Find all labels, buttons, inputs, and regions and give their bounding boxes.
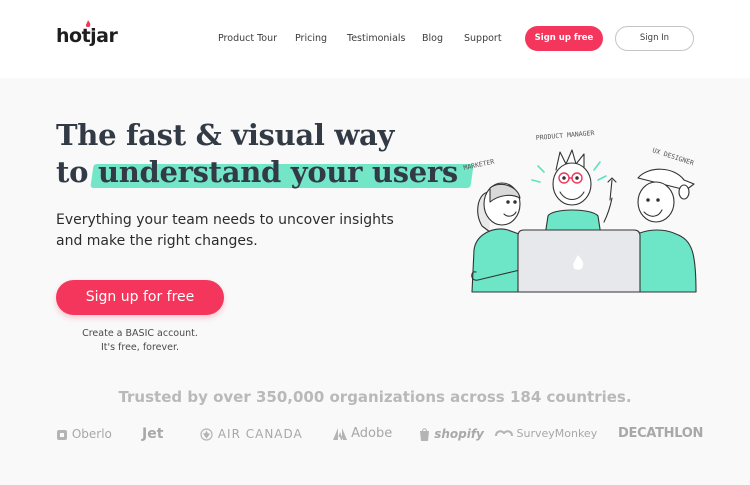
decathlon-logo: DECATHLON — [618, 426, 704, 441]
headline-highlight-text: understand your users — [97, 155, 458, 189]
flame-icon — [85, 20, 91, 28]
hero-headline-line2: to understand your users — [56, 154, 474, 191]
headline-to: to — [56, 155, 89, 189]
air-canada-label: AIR CANADA — [217, 427, 303, 441]
oberlo-logo: Oberlo — [56, 424, 112, 444]
surveymonkey-logo: SurveyMonkey — [495, 424, 597, 444]
jet-logo: Jet — [142, 426, 164, 442]
nav-pricing[interactable]: Pricing — [295, 33, 327, 44]
headline-highlight: understand your users — [90, 154, 474, 191]
site-header: hotjar Product Tour Pricing Testimonials… — [0, 0, 750, 78]
shopping-bag-icon — [420, 428, 429, 441]
ux-designer-label: UX DESIGNER — [651, 146, 694, 167]
marketer-label: MARKETER — [463, 158, 495, 172]
signin-button[interactable]: Sign In — [615, 26, 694, 51]
nav-product-tour[interactable]: Product Tour — [218, 33, 277, 44]
cta-note: Create a BASIC account. It's free, forev… — [56, 327, 224, 355]
team-illustration: MARKETER PRODUCT MANAGER UX DESIGNER — [463, 129, 697, 293]
cta-note-line1: Create a BASIC account. — [82, 328, 198, 339]
adobe-icon — [333, 427, 347, 440]
nav-blog[interactable]: Blog — [422, 33, 443, 44]
product-manager-label: PRODUCT MANAGER — [535, 129, 594, 142]
nav-support[interactable]: Support — [464, 33, 502, 44]
surveymonkey-label: SurveyMonkey — [516, 427, 598, 440]
trusted-text: Trusted by over 350,000 organizations ac… — [118, 388, 632, 406]
hero-signup-button[interactable]: Sign up for free — [56, 280, 224, 315]
hotjar-logo[interactable]: hotjar — [56, 25, 118, 47]
customer-logos: Oberlo Jet AIR CANADA Adobe shopify Surv… — [0, 424, 750, 444]
cta-note-line2: It's free, forever. — [100, 342, 180, 353]
hero-headline-line1: The fast & visual way — [56, 118, 395, 152]
oberlo-icon — [57, 429, 67, 440]
adobe-logo: Adobe — [333, 424, 392, 444]
air-canada-logo: AIR CANADA — [200, 424, 303, 444]
shopify-label: shopify — [434, 427, 484, 441]
nav-testimonials[interactable]: Testimonials — [347, 33, 405, 44]
oberlo-label: Oberlo — [71, 427, 112, 441]
adobe-label: Adobe — [351, 426, 393, 441]
shopify-logo: shopify — [419, 424, 484, 444]
header-signup-button[interactable]: Sign up free — [525, 26, 603, 51]
hero-subtitle: Everything your team needs to uncover in… — [56, 212, 394, 249]
surveymonkey-icon — [495, 430, 513, 437]
maple-leaf-icon — [200, 428, 213, 441]
